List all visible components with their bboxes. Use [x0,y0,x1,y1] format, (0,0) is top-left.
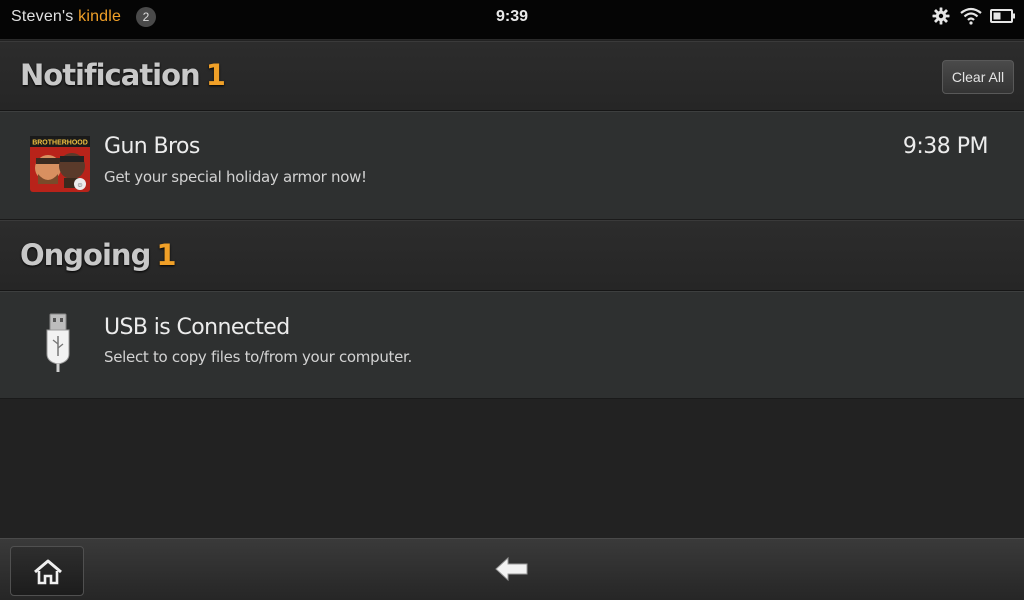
ongoing-section-title: Ongoing 1 [20,238,177,272]
notification-section-title: Notification 1 [20,58,226,92]
battery-icon[interactable] [990,7,1016,30]
back-button[interactable] [494,555,530,583]
home-icon [34,559,62,585]
app-icon-text: BROTHERHOOD [32,140,88,147]
wifi-icon[interactable] [960,7,982,30]
nav-bar [0,538,1024,600]
ongoing-item-title: USB is Connected [104,315,290,340]
ongoing-title-text: Ongoing [20,238,151,272]
svg-text:☺: ☺ [76,182,83,189]
ongoing-section-count: 1 [156,238,176,272]
home-button[interactable] [10,546,84,596]
gear-icon[interactable] [932,7,950,30]
back-arrow-icon [495,556,528,582]
notification-section-header: Notification 1 Clear All [0,41,1024,111]
notification-item-title: Gun Bros [104,134,200,159]
ongoing-section-header: Ongoing 1 [0,220,1024,291]
status-bar[interactable]: Steven's kindle 2 9:39 [0,0,1024,40]
gun-bros-app-icon: BROTHERHOOD ☺ [30,136,90,192]
ongoing-item-message: Select to copy files to/from your comput… [104,348,413,366]
ongoing-item-usb[interactable]: USB is Connected Select to copy files to… [0,291,1024,399]
notification-title-text: Notification [20,58,201,92]
status-clock: 9:39 [495,8,529,25]
notification-item-message: Get your special holiday armor now! [104,168,367,186]
clear-all-button[interactable]: Clear All [942,60,1014,94]
notification-item-gun-bros[interactable]: BROTHERHOOD ☺ Gun Bros Get your special … [0,111,1024,220]
notification-item-time: 9:38 PM [902,134,989,159]
usb-icon [44,312,72,374]
notification-section-count: 1 [205,58,226,92]
